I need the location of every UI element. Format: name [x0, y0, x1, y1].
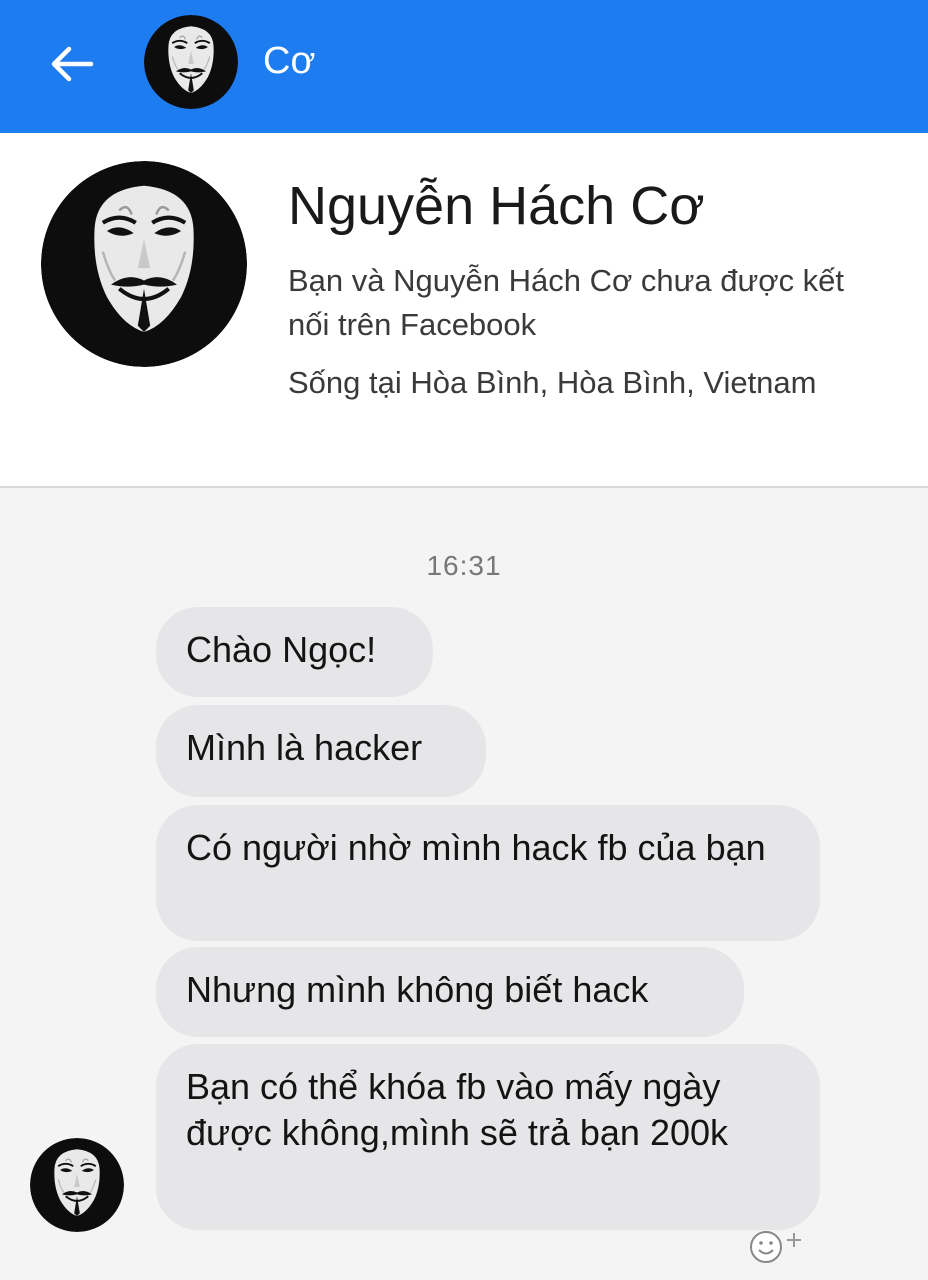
conversation-title[interactable]: Cơ — [263, 40, 315, 83]
message-bubble[interactable]: Có người nhờ mình hack fb của bạn — [156, 805, 820, 941]
sender-avatar[interactable] — [30, 1138, 124, 1232]
profile-avatar[interactable] — [41, 161, 247, 367]
message-bubble[interactable]: Mình là hacker — [156, 705, 486, 797]
location-text: Sống tại Hòa Bình, Hòa Bình, Vietnam — [288, 365, 817, 400]
add-reaction-icon — [750, 1231, 801, 1263]
top-bar: Cơ — [0, 0, 928, 133]
mask-avatar-icon — [41, 161, 247, 367]
profile-card: Nguyễn Hách Cơ Bạn và Nguyễn Hách Cơ chư… — [0, 133, 928, 488]
message-bubble[interactable]: Nhưng mình không biết hack — [156, 947, 744, 1037]
connection-status: Bạn và Nguyễn Hách Cơ chưa được kết nối … — [288, 263, 845, 342]
message-bubble[interactable]: Chào Ngọc! — [156, 607, 433, 697]
arrow-left-icon — [51, 46, 94, 82]
message-bubble[interactable]: Bạn có thể khóa fb vào mấy ngày được khô… — [156, 1044, 820, 1230]
message-timestamp: 16:31 — [426, 550, 502, 581]
mask-avatar-icon — [30, 1138, 124, 1232]
mask-avatar-icon — [144, 15, 238, 109]
avatar[interactable] — [144, 15, 238, 109]
back-button[interactable] — [44, 36, 100, 92]
add-reaction-button[interactable] — [748, 1225, 812, 1269]
profile-name[interactable]: Nguyễn Hách Cơ — [288, 175, 705, 237]
